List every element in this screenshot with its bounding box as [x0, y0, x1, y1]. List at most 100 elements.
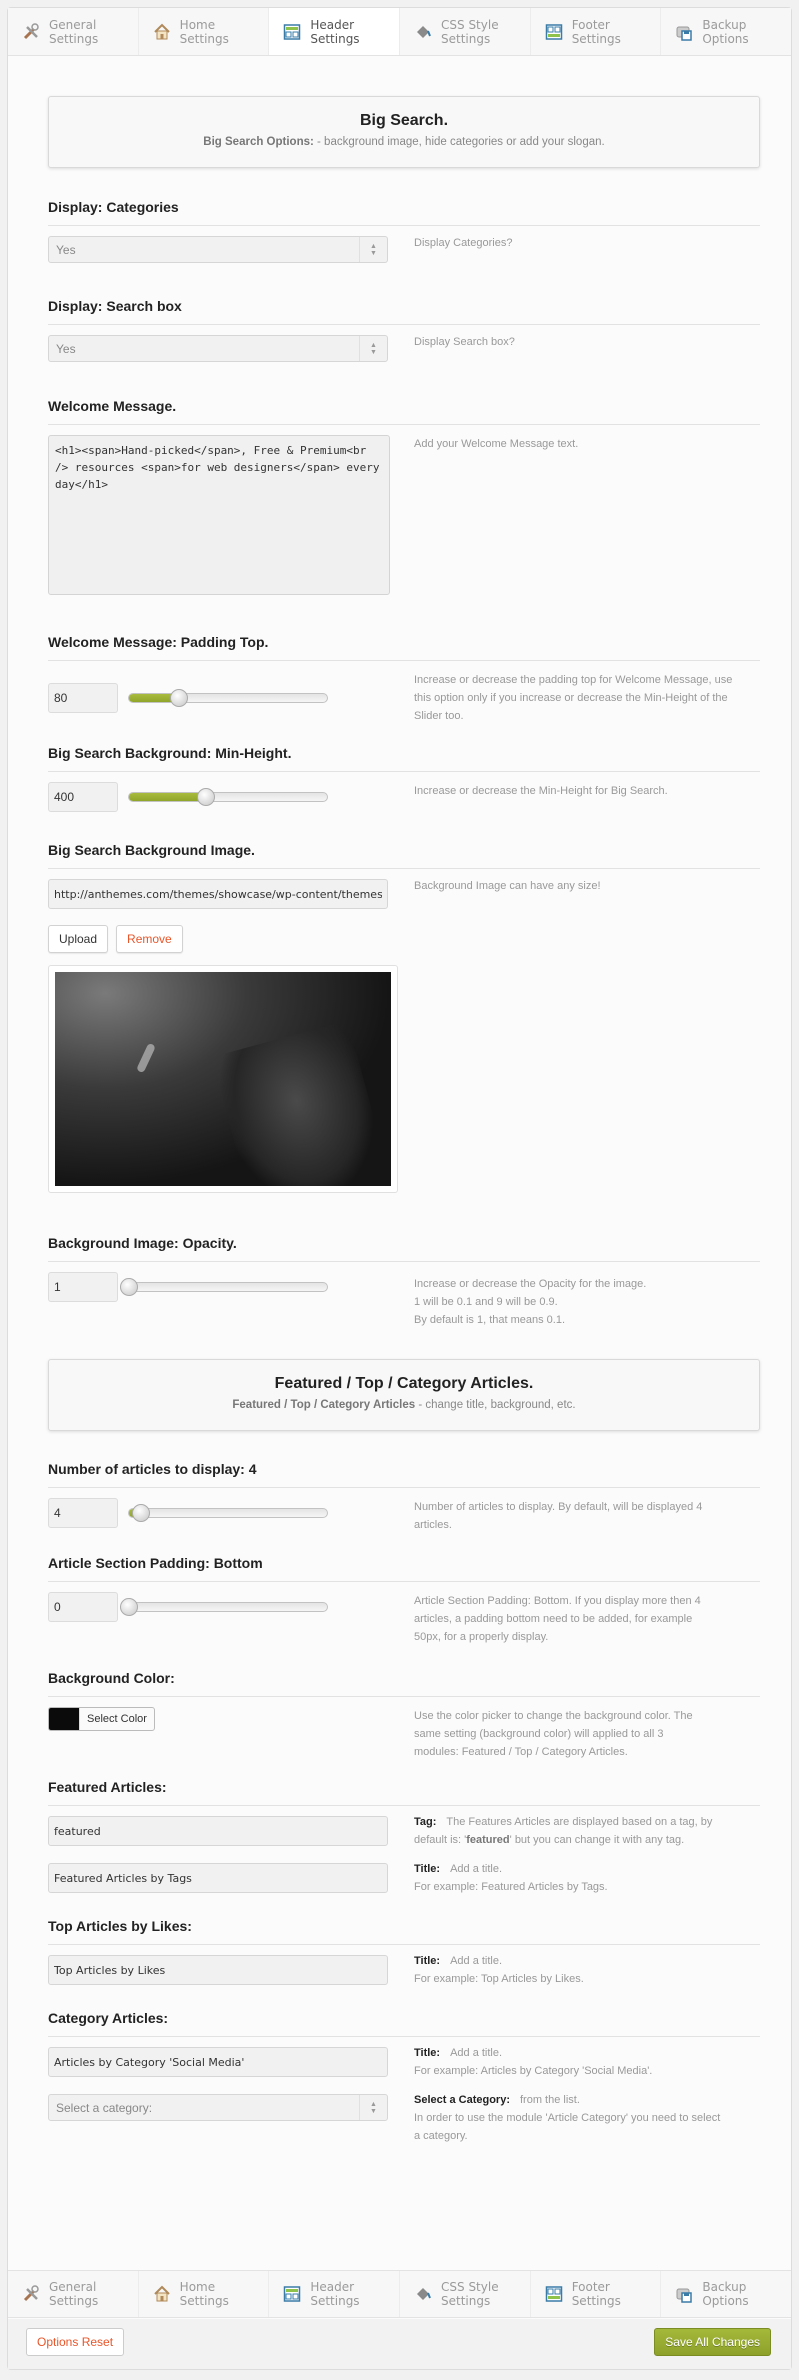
- welcome-message-section: Welcome Message. <h1><span>Hand-picked</…: [48, 398, 760, 600]
- min-height-slider[interactable]: [128, 788, 328, 806]
- field-description: Increase or decrease the Opacity for the…: [414, 1275, 714, 1329]
- header-layout-icon: [283, 2285, 301, 2303]
- paint-bucket-icon: [414, 2285, 432, 2303]
- subtitle-bold: Big Search Options:: [203, 136, 314, 148]
- opacity-slider[interactable]: [120, 1278, 328, 1296]
- top-articles-section: Top Articles by Likes: Title: Add a title…: [48, 1918, 760, 1988]
- desc-line: 1 will be 0.1 and 9 will be 0.9.: [414, 1296, 558, 1308]
- field-description: Display Search box?: [414, 336, 515, 348]
- tab-backup-options[interactable]: Backup Options: [661, 8, 791, 55]
- desc-bold: featured: [466, 1834, 510, 1846]
- tab-general-settings[interactable]: General Settings: [8, 2271, 139, 2317]
- welcome-message-textarea[interactable]: <h1><span>Hand-picked</span>, Free & Pre…: [48, 435, 390, 595]
- tab-label: CSS Style Settings: [441, 17, 499, 46]
- desc-note: In order to use the module 'Article Cate…: [414, 2112, 721, 2142]
- footer-layout-icon: [545, 23, 563, 41]
- slider-handle[interactable]: [120, 1598, 138, 1616]
- category-title-input[interactable]: [48, 2047, 388, 2077]
- section-heading: Display: Categories: [48, 199, 760, 226]
- number-of-articles-section: Number of articles to display: 4 4 Numbe…: [48, 1461, 760, 1534]
- section-heading: Welcome Message: Padding Top.: [48, 634, 760, 661]
- subtitle-bold: Featured / Top / Category Articles: [232, 1399, 416, 1411]
- background-image-preview: [48, 965, 398, 1193]
- tab-label: General Settings: [49, 17, 99, 46]
- slider-handle[interactable]: [131, 1504, 150, 1522]
- tab-label: Backup Options: [702, 17, 749, 46]
- tab-backup-options[interactable]: Backup Options: [661, 2271, 791, 2317]
- footer-layout-icon: [545, 2285, 563, 2303]
- save-all-changes-button[interactable]: Save All Changes: [654, 2328, 771, 2356]
- padding-bottom-slider[interactable]: [120, 1598, 328, 1616]
- desc-label: Title:: [414, 1955, 441, 1967]
- padding-top-slider[interactable]: [128, 689, 328, 707]
- background-image-url-input[interactable]: [48, 879, 388, 909]
- section-title: Big Search.: [359, 112, 449, 129]
- tab-label: Header Settings: [310, 2280, 360, 2308]
- tab-label: Home Settings: [179, 17, 229, 46]
- section-title: Featured / Top / Category Articles.: [274, 1375, 534, 1392]
- field-description: Use the color picker to change the backg…: [414, 1710, 693, 1758]
- tab-header-settings[interactable]: Header Settings: [269, 2271, 401, 2317]
- featured-title-input[interactable]: [48, 1863, 388, 1893]
- options-panel: General Settings Home Settings Header Se…: [7, 7, 792, 2370]
- opacity-section: Background Image: Opacity. 1 Increase or…: [48, 1235, 760, 1329]
- min-height-section: Big Search Background: Min-Height. 400 I…: [48, 745, 760, 812]
- featured-tag-input[interactable]: [48, 1816, 388, 1846]
- number-of-articles-input[interactable]: 4: [48, 1498, 118, 1528]
- display-search-section: Display: Search box Yes ▲ ▼ Display Searc…: [48, 298, 760, 362]
- select-arrows-icon: ▲ ▼: [359, 237, 387, 262]
- tab-home-settings[interactable]: Home Settings: [139, 8, 270, 55]
- tab-footer-settings[interactable]: Footer Settings: [531, 2271, 662, 2317]
- min-height-input[interactable]: 400: [48, 782, 118, 812]
- display-categories-select[interactable]: Yes ▲ ▼: [48, 236, 388, 263]
- tab-css-style-settings[interactable]: CSS Style Settings: [400, 2271, 531, 2317]
- subtitle-text: - background image, hide categories or a…: [313, 136, 605, 148]
- field-description: Tag: The Features Articles are displayed …: [414, 1813, 714, 1849]
- field-description: Add your Welcome Message text.: [414, 438, 579, 450]
- number-of-articles-slider[interactable]: [128, 1504, 328, 1522]
- remove-button[interactable]: Remove: [116, 925, 183, 953]
- section-heading: Top Articles by Likes:: [48, 1918, 760, 1945]
- tab-home-settings[interactable]: Home Settings: [139, 2271, 270, 2317]
- padding-top-input[interactable]: 80: [48, 683, 118, 713]
- select-arrows-icon: ▲ ▼: [359, 336, 387, 361]
- category-select[interactable]: Select a category: ▲ ▼: [48, 2094, 388, 2121]
- desc-line: By default is 1, that means 0.1.: [414, 1314, 566, 1326]
- section-heading: Big Search Background Image.: [48, 842, 760, 869]
- desc-label: Select a Category:: [414, 2094, 510, 2106]
- display-search-select[interactable]: Yes ▲ ▼: [48, 335, 388, 362]
- desc-text: Add a title.: [450, 1955, 503, 1967]
- top-articles-title-input[interactable]: [48, 1955, 388, 1985]
- photo-rock: [211, 1020, 390, 1186]
- slider-handle[interactable]: [197, 788, 216, 806]
- desc-example: For example: Featured Articles by Tags.: [414, 1881, 608, 1893]
- section-heading: Welcome Message.: [48, 398, 760, 425]
- section-heading: Article Section Padding: Bottom: [48, 1555, 760, 1582]
- desc-example: For example: Top Articles by Likes.: [414, 1973, 584, 1985]
- upload-button[interactable]: Upload: [48, 925, 109, 953]
- select-color-label: Select Color: [79, 1708, 154, 1730]
- opacity-input[interactable]: 1: [48, 1272, 118, 1302]
- slider-handle[interactable]: [120, 1278, 138, 1296]
- field-description: Select a Category: from the list. In orde…: [414, 2091, 724, 2145]
- field-description: Title: Add a title. For example: Top Arti…: [414, 1952, 714, 1988]
- section-subtitle: Big Search Options: - background image, …: [49, 136, 759, 148]
- select-value: Yes: [56, 341, 76, 356]
- slider-handle[interactable]: [169, 689, 188, 707]
- tab-label: General Settings: [49, 2280, 99, 2308]
- photo-diver: [136, 1042, 157, 1073]
- tab-css-style-settings[interactable]: CSS Style Settings: [400, 8, 531, 55]
- tab-footer-settings[interactable]: Footer Settings: [531, 8, 662, 55]
- select-color-button[interactable]: Select Color: [48, 1707, 155, 1731]
- tab-header-settings[interactable]: Header Settings: [269, 8, 401, 55]
- padding-bottom-input[interactable]: 0: [48, 1592, 118, 1622]
- section-subtitle: Featured / Top / Category Articles - cha…: [49, 1399, 759, 1411]
- desc-text: ' but you can change it with any tag.: [509, 1834, 685, 1846]
- section-heading: Category Articles:: [48, 2010, 760, 2037]
- desc-example: For example: Articles by Category 'Socia…: [414, 2065, 653, 2077]
- header-layout-icon: [283, 23, 301, 41]
- section-heading: Featured Articles:: [48, 1779, 760, 1806]
- section-heading: Background Image: Opacity.: [48, 1235, 760, 1262]
- tab-general-settings[interactable]: General Settings: [8, 8, 139, 55]
- options-reset-button[interactable]: Options Reset: [26, 2328, 125, 2356]
